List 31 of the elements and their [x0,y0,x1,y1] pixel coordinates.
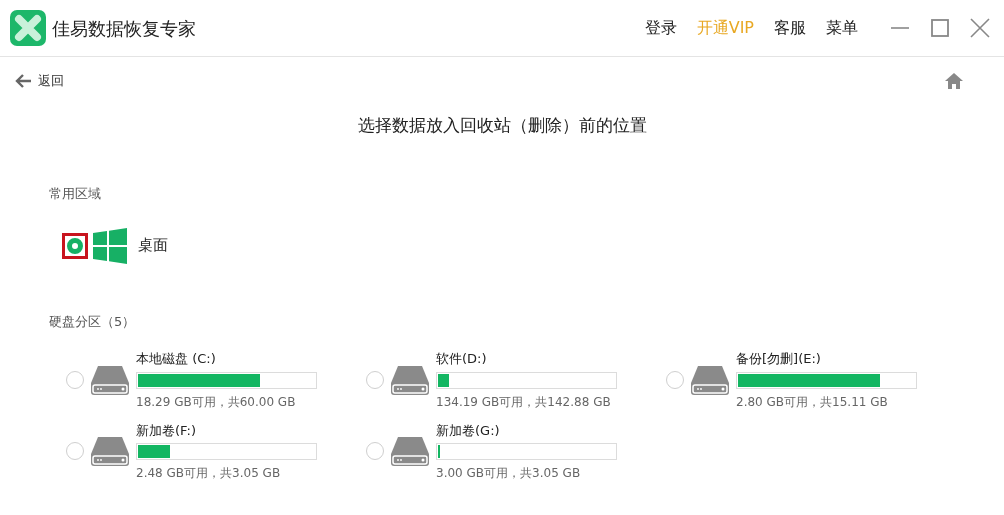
header-link[interactable]: 菜单 [826,16,858,40]
hard-drive-icon [390,363,430,396]
drive-name: 备份[勿删](E:) [736,350,822,368]
drive-name: 新加卷(F:) [136,421,197,440]
back-button[interactable]: 返回 [14,71,64,91]
drive-usage: 2.80 GB可用，共15.11 GB [736,393,889,411]
drive-name: 本地磁盘 (C:) [136,350,217,368]
radio-button[interactable] [62,232,88,259]
drive-usage: 3.00 GB可用，共3.05 GB [436,465,582,482]
app-title: 佳易数据恢复专家 [52,16,196,41]
hard-drive-icon [690,363,730,396]
drive-usage: 18.29 GB可用，共60.00 GB [136,393,297,411]
maximize-icon[interactable] [930,18,950,38]
hard-drive-icon [90,363,130,396]
home-icon[interactable] [944,71,964,90]
location-label[interactable]: 桌面 [138,234,168,257]
header-link[interactable]: 客服 [774,16,806,40]
section-title: 常用区域 [49,185,102,203]
drive-usage: 134.19 GB可用，共142.88 GB [436,393,612,411]
hard-drive-icon [390,435,430,468]
close-icon[interactable] [970,18,990,38]
section-title: 硬盘分区（5） [49,312,137,331]
drive-usage: 2.48 GB可用，共3.05 GB [136,465,282,482]
drive-name: 新加卷(G:) [436,421,501,440]
app-logo-icon [10,10,46,46]
page-heading: 选择数据放入回收站（删除）前的位置 [356,113,648,137]
drive-name: 软件(D:) [436,350,488,368]
header-link[interactable]: 登录 [644,16,677,40]
back-arrow-icon [14,72,32,89]
windows-icon [92,227,128,264]
hard-drive-icon [90,435,130,468]
